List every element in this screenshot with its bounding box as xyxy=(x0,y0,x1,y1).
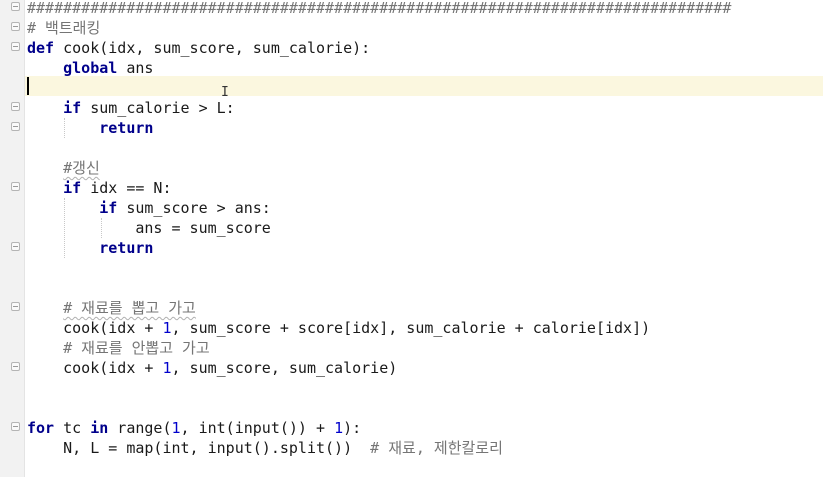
code-editor[interactable]: ########################################… xyxy=(0,0,823,477)
fold-marker-icon[interactable] xyxy=(11,42,20,51)
code-token: , sum_score, sum_calorie) xyxy=(171,359,398,377)
code-token: if xyxy=(63,179,82,197)
code-line[interactable]: ans = sum_score xyxy=(27,218,271,238)
code-token: ########################################… xyxy=(27,0,732,17)
code-token: 1 xyxy=(334,419,344,437)
code-token: ): xyxy=(343,419,362,437)
code-token: 1 xyxy=(162,359,172,377)
code-token: # 재료를 뽑고 가고 xyxy=(63,299,196,317)
code-line[interactable]: global ans xyxy=(27,58,153,78)
fold-marker-icon[interactable] xyxy=(11,2,20,11)
code-token: , int(input()) + xyxy=(180,419,335,437)
fold-marker-icon[interactable] xyxy=(11,182,20,191)
code-token: # 재료를 안뽑고 가고 xyxy=(63,339,210,357)
code-token: sum_calorie > L: xyxy=(81,99,235,117)
code-token: cook(idx + xyxy=(63,319,163,337)
fold-marker-icon[interactable] xyxy=(11,22,20,31)
code-token: # 백트래킹 xyxy=(27,19,101,37)
code-token: idx == N: xyxy=(81,179,172,197)
fold-marker-icon[interactable] xyxy=(11,122,20,131)
code-line[interactable]: if sum_calorie > L: xyxy=(27,98,235,118)
code-line[interactable]: # 백트래킹 xyxy=(27,18,100,38)
code-line[interactable]: #갱신 xyxy=(27,158,100,178)
code-token: #갱신 xyxy=(63,159,100,177)
fold-marker-icon[interactable] xyxy=(11,102,20,111)
ibeam-cursor-icon: I xyxy=(221,85,229,100)
editor-gutter xyxy=(0,0,25,477)
code-line[interactable]: cook(idx + 1, sum_score, sum_calorie) xyxy=(27,358,397,378)
code-token: in xyxy=(90,419,109,437)
code-token: for xyxy=(27,419,55,437)
code-token: if xyxy=(99,199,118,217)
code-line[interactable]: return xyxy=(27,238,153,258)
code-token: cook(idx + xyxy=(63,359,163,377)
code-line[interactable]: def cook(idx, sum_score, sum_calorie): xyxy=(27,38,370,58)
code-token: range( xyxy=(108,419,172,437)
code-line[interactable]: if idx == N: xyxy=(27,178,172,198)
code-line[interactable]: return xyxy=(27,118,153,138)
fold-marker-icon[interactable] xyxy=(11,302,20,311)
code-token: # 재료, 제한칼로리 xyxy=(370,439,503,457)
fold-marker-icon[interactable] xyxy=(11,422,20,431)
fold-marker-icon[interactable] xyxy=(11,242,20,251)
code-line[interactable]: # 재료를 뽑고 가고 xyxy=(27,298,196,318)
code-token: 1 xyxy=(162,319,172,337)
current-line-highlight xyxy=(25,76,823,96)
code-token: 1 xyxy=(171,419,181,437)
code-token: return xyxy=(99,239,154,257)
code-token: ans xyxy=(117,59,154,77)
code-line[interactable]: ########################################… xyxy=(27,0,731,18)
code-token: global xyxy=(63,59,118,77)
code-token: if xyxy=(63,99,82,117)
code-line[interactable]: for tc in range(1, int(input()) + 1): xyxy=(27,418,361,438)
code-line[interactable]: # 재료를 안뽑고 가고 xyxy=(27,338,210,358)
code-token: , sum_score + score[idx], sum_calorie + … xyxy=(171,319,651,337)
fold-marker-icon[interactable] xyxy=(11,362,20,371)
code-line[interactable]: cook(idx + 1, sum_score + score[idx], su… xyxy=(27,318,650,338)
code-line[interactable]: N, L = map(int, input().split()) # 재료, 제… xyxy=(27,438,503,458)
code-token: cook(idx, sum_score, sum_calorie): xyxy=(54,39,371,57)
code-token: tc xyxy=(54,419,91,437)
code-token: sum_score > ans: xyxy=(117,199,271,217)
code-token: ans = sum_score xyxy=(135,219,271,237)
code-token: return xyxy=(99,119,154,137)
code-token: def xyxy=(27,39,55,57)
text-caret xyxy=(27,77,29,95)
code-line[interactable]: if sum_score > ans: xyxy=(27,198,271,218)
code-token: N, L = map(int, input().split()) xyxy=(63,439,371,457)
